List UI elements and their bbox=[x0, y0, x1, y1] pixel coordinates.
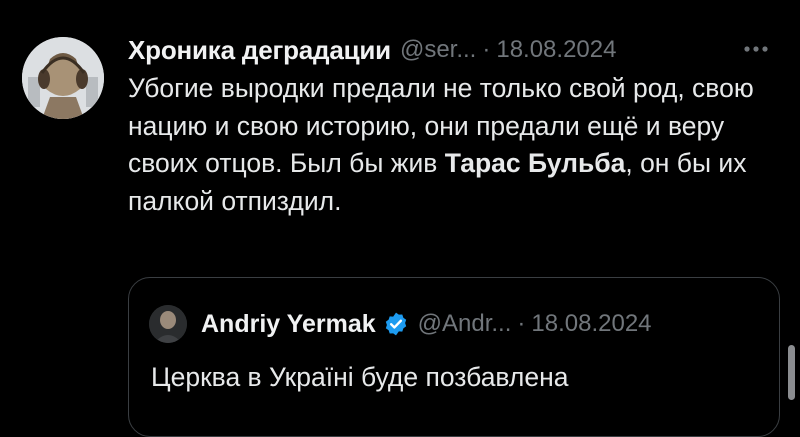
tweet-header: Хроника деградации @ser... · 18.08.2024 bbox=[128, 32, 778, 68]
quote-separator-dot: · bbox=[517, 310, 526, 337]
separator-dot: · bbox=[482, 36, 491, 63]
author-avatar[interactable] bbox=[22, 37, 104, 119]
quote-header: Andriy Yermak @Andr... · 18.08.2024 bbox=[149, 304, 652, 344]
quoted-tweet[interactable]: Andriy Yermak @Andr... · 18.08.2024 Церк… bbox=[128, 277, 780, 437]
quote-author-handle[interactable]: @Andr... bbox=[418, 310, 512, 338]
tweet-text: Убогие выродки предали не только свой ро… bbox=[128, 70, 768, 220]
author-handle[interactable]: @ser... bbox=[400, 36, 476, 64]
scrollbar-thumb[interactable] bbox=[788, 345, 795, 400]
tweet-text-bold: Тарас Бульба bbox=[444, 148, 626, 178]
quote-avatar-image bbox=[149, 305, 187, 343]
quote-author-name[interactable]: Andriy Yermak bbox=[201, 310, 376, 339]
author-name[interactable]: Хроника деградации bbox=[128, 35, 391, 66]
avatar-image bbox=[22, 37, 104, 119]
more-horizontal-icon bbox=[744, 46, 768, 52]
verified-badge-icon bbox=[385, 312, 406, 336]
tweet-date[interactable]: 18.08.2024 bbox=[496, 36, 616, 64]
more-options-button[interactable] bbox=[738, 34, 774, 64]
quote-author-avatar[interactable] bbox=[149, 305, 187, 343]
quote-date[interactable]: 18.08.2024 bbox=[531, 310, 651, 338]
quote-text: Церква в Україні буде позбавлена bbox=[151, 362, 569, 392]
